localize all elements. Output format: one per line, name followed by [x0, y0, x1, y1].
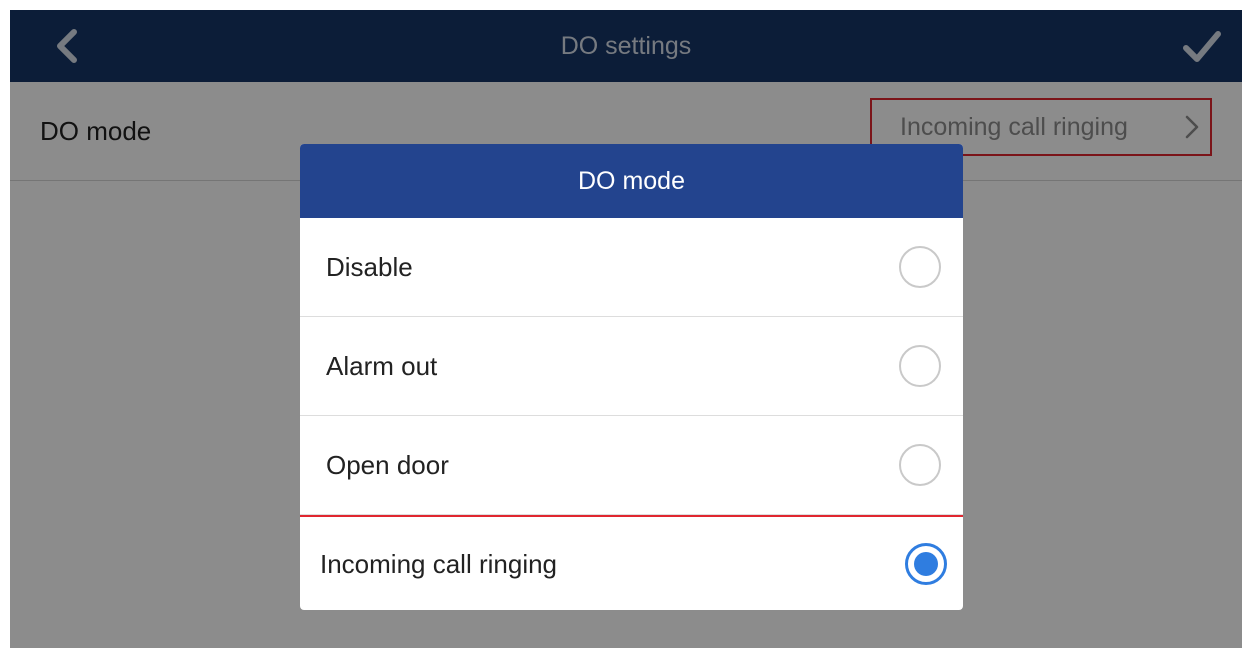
option-label: Open door [326, 450, 449, 480]
option-open-door[interactable]: Open door [300, 416, 963, 515]
dialog-title: DO mode [300, 144, 963, 218]
option-label: Alarm out [326, 351, 438, 381]
screen: DO settings DO mode Incoming call ringin… [10, 10, 1242, 648]
radio-button[interactable] [899, 246, 941, 288]
option-label: Incoming call ringing [320, 549, 558, 579]
radio-button[interactable] [899, 444, 941, 486]
option-incoming-call-ringing[interactable]: Incoming call ringing [300, 515, 963, 610]
option-disable[interactable]: Disable [300, 218, 963, 317]
radio-button[interactable] [899, 345, 941, 387]
do-mode-dialog: DO mode Disable Alarm out Open door Inco… [300, 144, 963, 610]
option-alarm-out[interactable]: Alarm out [300, 317, 963, 416]
radio-button-selected[interactable] [905, 543, 947, 585]
option-label: Disable [326, 252, 413, 282]
